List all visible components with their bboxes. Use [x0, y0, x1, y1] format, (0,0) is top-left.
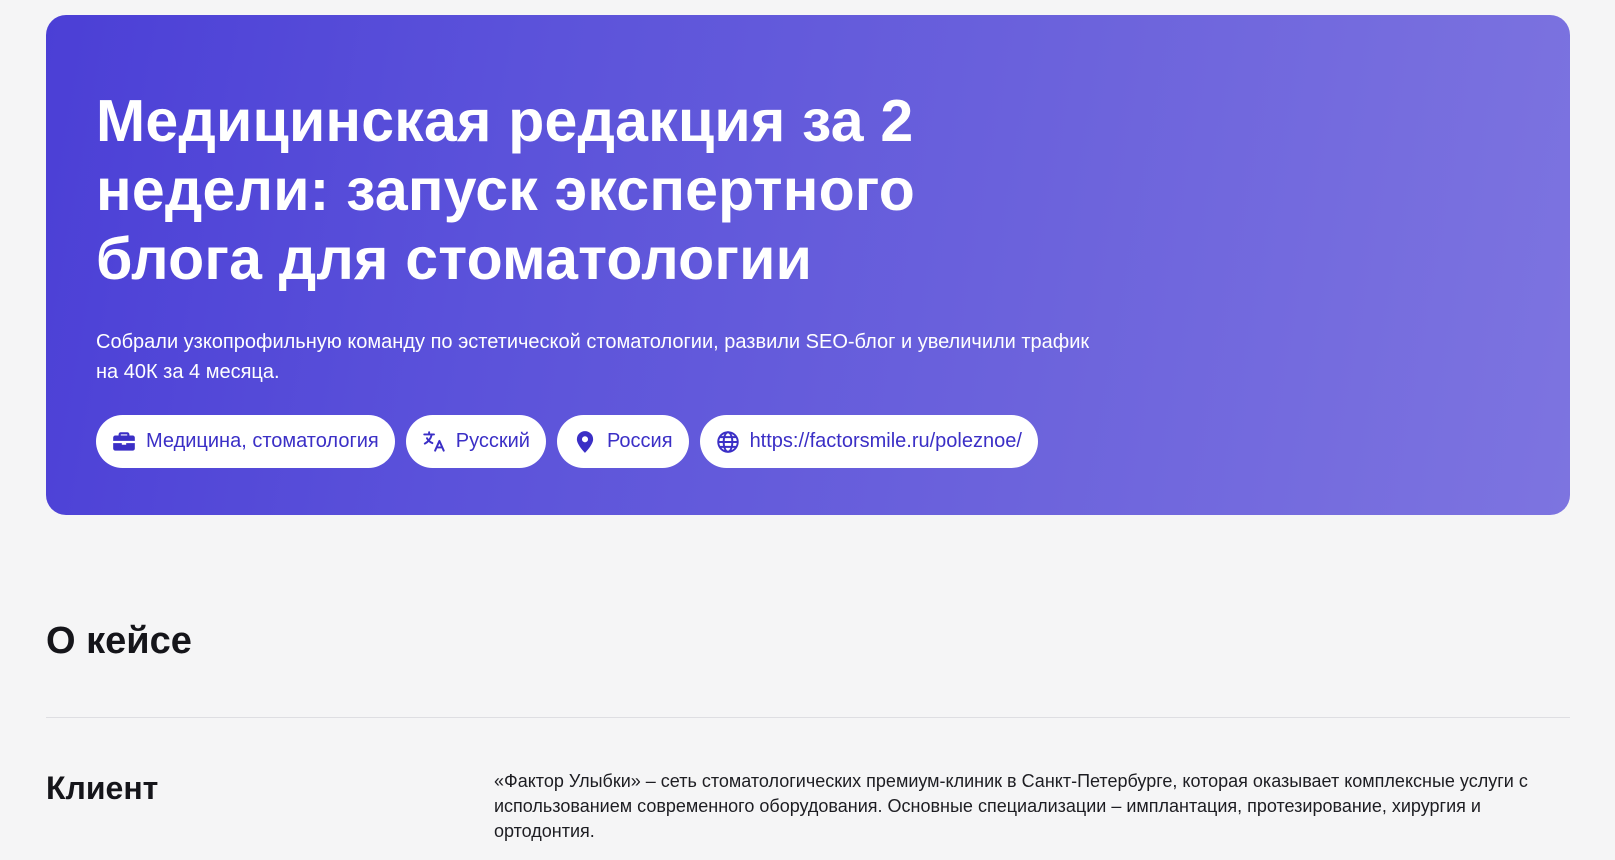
- tag-industry-label: Медицина, стоматология: [146, 430, 379, 452]
- section-title-about: О кейсе: [46, 620, 192, 662]
- translate-icon: [420, 428, 448, 456]
- globe-icon: [714, 428, 742, 456]
- page: Медицинская редакция за 2 недели: запуск…: [0, 0, 1615, 860]
- hero-subtitle: Собрали узкопрофильную команду по эстети…: [96, 331, 1090, 383]
- tag-list: Медицина, стоматология Русский Россия ht…: [96, 415, 1038, 468]
- hero-banner: Медицинская редакция за 2 недели: запуск…: [46, 15, 1570, 515]
- tag-website-link[interactable]: https://factorsmile.ru/poleznoe/: [699, 415, 1038, 468]
- tag-country-label: Россия: [606, 430, 673, 452]
- about-row-text: «Фактор Улыбки» – сеть стоматологических…: [494, 771, 1528, 841]
- tag-website-link-label: https://factorsmile.ru/poleznoe/: [749, 430, 1022, 452]
- briefcase-icon: [110, 428, 138, 456]
- about-row-label: Клиент: [46, 770, 159, 806]
- location-pin-icon: [571, 428, 599, 456]
- tag-industry[interactable]: Медицина, стоматология: [96, 415, 395, 468]
- page-title: Медицинская редакция за 2 недели: запуск…: [96, 88, 916, 292]
- tag-language[interactable]: Русский: [405, 415, 546, 468]
- tag-country[interactable]: Россия: [556, 415, 689, 468]
- tag-language-label: Русский: [455, 430, 530, 452]
- divider: [46, 717, 1570, 718]
